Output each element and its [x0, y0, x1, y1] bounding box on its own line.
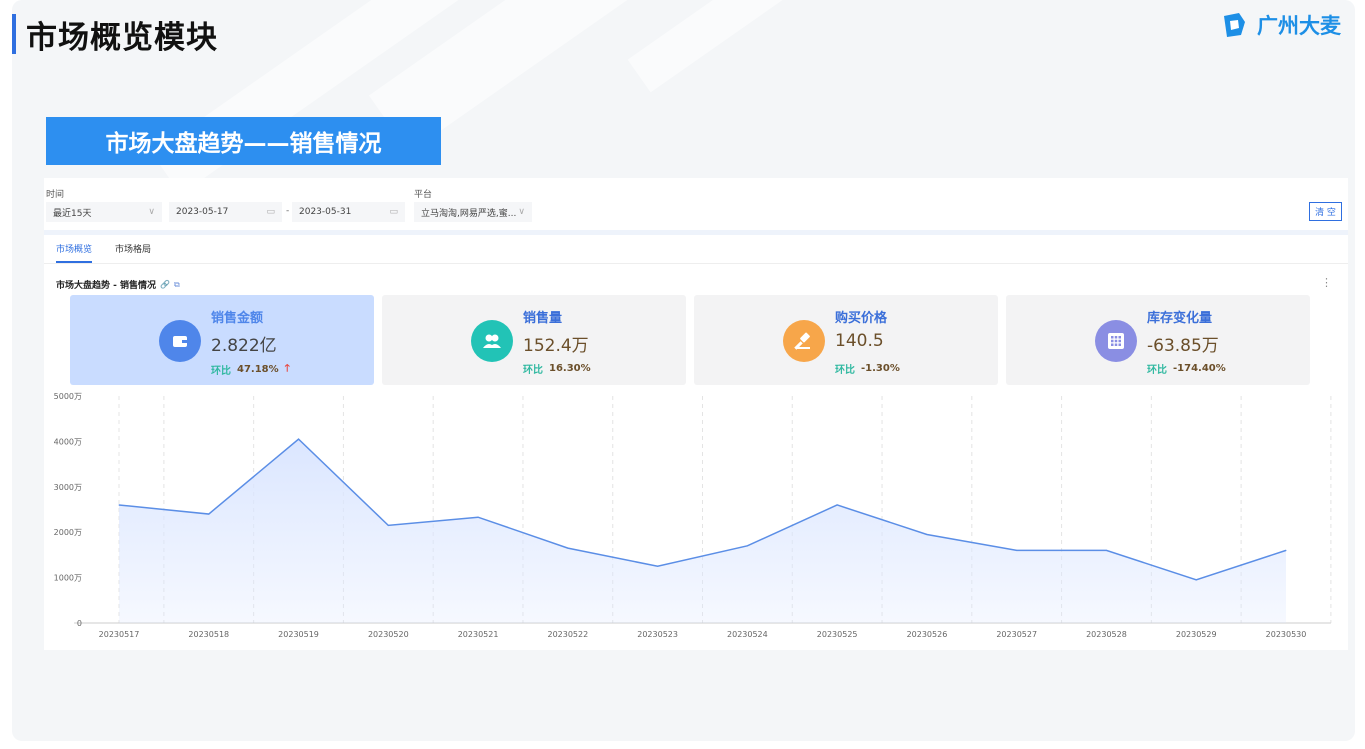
gavel-icon: [783, 320, 825, 362]
arrow-up-icon: 🡑: [284, 363, 290, 374]
kpi-compare-value: 16.30%: [549, 363, 591, 374]
data-point: [836, 504, 838, 506]
kpi-compare-label: 环比: [523, 365, 543, 376]
copy-icon[interactable]: ⧉: [174, 280, 180, 290]
kpi-label: 库存变化量: [1147, 311, 1213, 326]
y-tick-label: 5000万: [54, 392, 82, 401]
y-tick-label: 3000万: [54, 483, 82, 492]
x-tick-label: 20230522: [547, 630, 588, 639]
kpi-label: 销售量: [523, 311, 563, 326]
kpi-card-purchase-price[interactable]: 购买价格 140.5 环比 -1.30%: [694, 295, 998, 385]
data-point: [1285, 549, 1287, 551]
kpi-label: 购买价格: [835, 311, 888, 326]
link-icon[interactable]: 🔗: [160, 280, 170, 289]
data-point: [926, 533, 928, 535]
x-tick-label: 20230529: [1176, 630, 1217, 639]
title-accent-bar: [12, 14, 16, 54]
x-tick-label: 20230526: [907, 630, 948, 639]
users-icon: [471, 320, 513, 362]
x-tick-label: 20230525: [817, 630, 858, 639]
data-point: [1195, 579, 1197, 581]
x-tick-label: 20230517: [99, 630, 140, 639]
page-title: 市场概览模块: [26, 20, 218, 56]
brand-logo-icon: [1224, 13, 1245, 37]
time-range-value: 最近15天: [53, 208, 92, 219]
kpi-value: 2.822亿: [211, 336, 277, 356]
calendar-icon: ▭: [389, 207, 398, 217]
kpi-compare: 环比 47.18% 🡑: [211, 361, 290, 378]
y-tick-label: 4000万: [54, 437, 82, 446]
y-tick-label: 2000万: [54, 528, 82, 537]
filter-divider: [44, 230, 1348, 235]
x-tick-label: 20230528: [1086, 630, 1127, 639]
kpi-compare-value: 47.18%: [237, 364, 279, 375]
x-tick-label: 20230530: [1266, 630, 1307, 639]
grid-icon: [1095, 320, 1137, 362]
kpi-value: -63.85万: [1147, 336, 1219, 356]
kpi-card-inventory-change[interactable]: 库存变化量 -63.85万 环比 -174.40%: [1006, 295, 1310, 385]
tab-market-structure[interactable]: 市场格局: [115, 242, 151, 261]
kpi-value: 140.5: [835, 331, 884, 351]
wallet-icon: [159, 320, 201, 362]
data-point: [477, 516, 479, 518]
end-date-value: 2023-05-31: [299, 207, 352, 217]
section-banner: 市场大盘趋势——销售情况: [46, 117, 441, 165]
calendar-icon: ▭: [266, 207, 275, 217]
time-range-select[interactable]: 最近15天 ∨: [46, 202, 162, 222]
tabs-underline: [44, 263, 1348, 264]
data-point: [746, 545, 748, 547]
clear-button[interactable]: 清 空: [1309, 202, 1342, 221]
section-title: 市场大盘趋势 - 销售情况 🔗 ⧉: [56, 278, 180, 292]
x-tick-label: 20230527: [996, 630, 1037, 639]
x-tick-label: 20230524: [727, 630, 768, 639]
kpi-compare-value: -174.40%: [1173, 363, 1226, 374]
platform-filter-label: 平台: [414, 190, 433, 200]
time-filter-label: 时间: [46, 190, 65, 200]
kpi-compare: 环比 -174.40%: [1147, 361, 1226, 376]
y-tick-label: 1000万: [54, 574, 82, 583]
x-tick-label: 20230520: [368, 630, 409, 639]
platform-value: 立马淘淘,网易严选,蜜...: [421, 208, 517, 219]
kpi-label: 销售金额: [211, 311, 264, 326]
kpi-value: 152.4万: [523, 336, 589, 356]
sales-trend-chart: 0 1000万 2000万 3000万 4000万 5000万 20230517 202305…: [54, 392, 1332, 639]
data-point: [1105, 549, 1107, 551]
start-date-value: 2023-05-17: [176, 207, 229, 217]
end-date-input[interactable]: 2023-05-31 ▭: [292, 202, 405, 222]
kpi-compare-label: 环比: [835, 365, 855, 376]
data-point: [118, 504, 120, 506]
data-point: [387, 524, 389, 526]
data-point: [298, 438, 300, 440]
data-point: [657, 565, 659, 567]
kpi-compare: 环比 -1.30%: [835, 361, 900, 376]
kpi-compare-label: 环比: [211, 366, 231, 377]
kpi-card-sales-amount[interactable]: 销售金额 2.822亿 环比 47.18% 🡑: [70, 295, 374, 385]
data-point: [1016, 549, 1018, 551]
dashboard-panel: 时间 最近15天 ∨ 2023-05-17 ▭ - 2023-05-31 ▭ 平…: [44, 178, 1348, 650]
series-area: [119, 439, 1286, 623]
chevron-down-icon: ∨: [148, 207, 155, 217]
start-date-input[interactable]: 2023-05-17 ▭: [169, 202, 282, 222]
x-tick-label: 20230521: [458, 630, 499, 639]
platform-select[interactable]: 立马淘淘,网易严选,蜜... ∨: [414, 202, 532, 222]
more-options-icon[interactable]: ⋮: [1321, 276, 1332, 289]
chevron-down-icon: ∨: [518, 207, 525, 217]
y-tick-label: 0: [77, 619, 82, 628]
x-tick-label: 20230518: [188, 630, 229, 639]
kpi-compare: 环比 16.30%: [523, 361, 591, 376]
data-point: [208, 513, 210, 515]
kpi-compare-value: -1.30%: [861, 363, 900, 374]
brand-name: 广州大麦: [1257, 14, 1341, 38]
brand-logo: 广州大麦: [1219, 10, 1341, 40]
section-title-text: 市场大盘趋势 - 销售情况: [56, 281, 157, 291]
date-separator: -: [286, 206, 290, 216]
kpi-compare-label: 环比: [1147, 365, 1167, 376]
tab-market-overview[interactable]: 市场概览: [56, 242, 93, 263]
x-tick-label: 20230523: [637, 630, 678, 639]
kpi-card-sales-volume[interactable]: 销售量 152.4万 环比 16.30%: [382, 295, 686, 385]
x-tick-label: 20230519: [278, 630, 319, 639]
data-point: [567, 547, 569, 549]
